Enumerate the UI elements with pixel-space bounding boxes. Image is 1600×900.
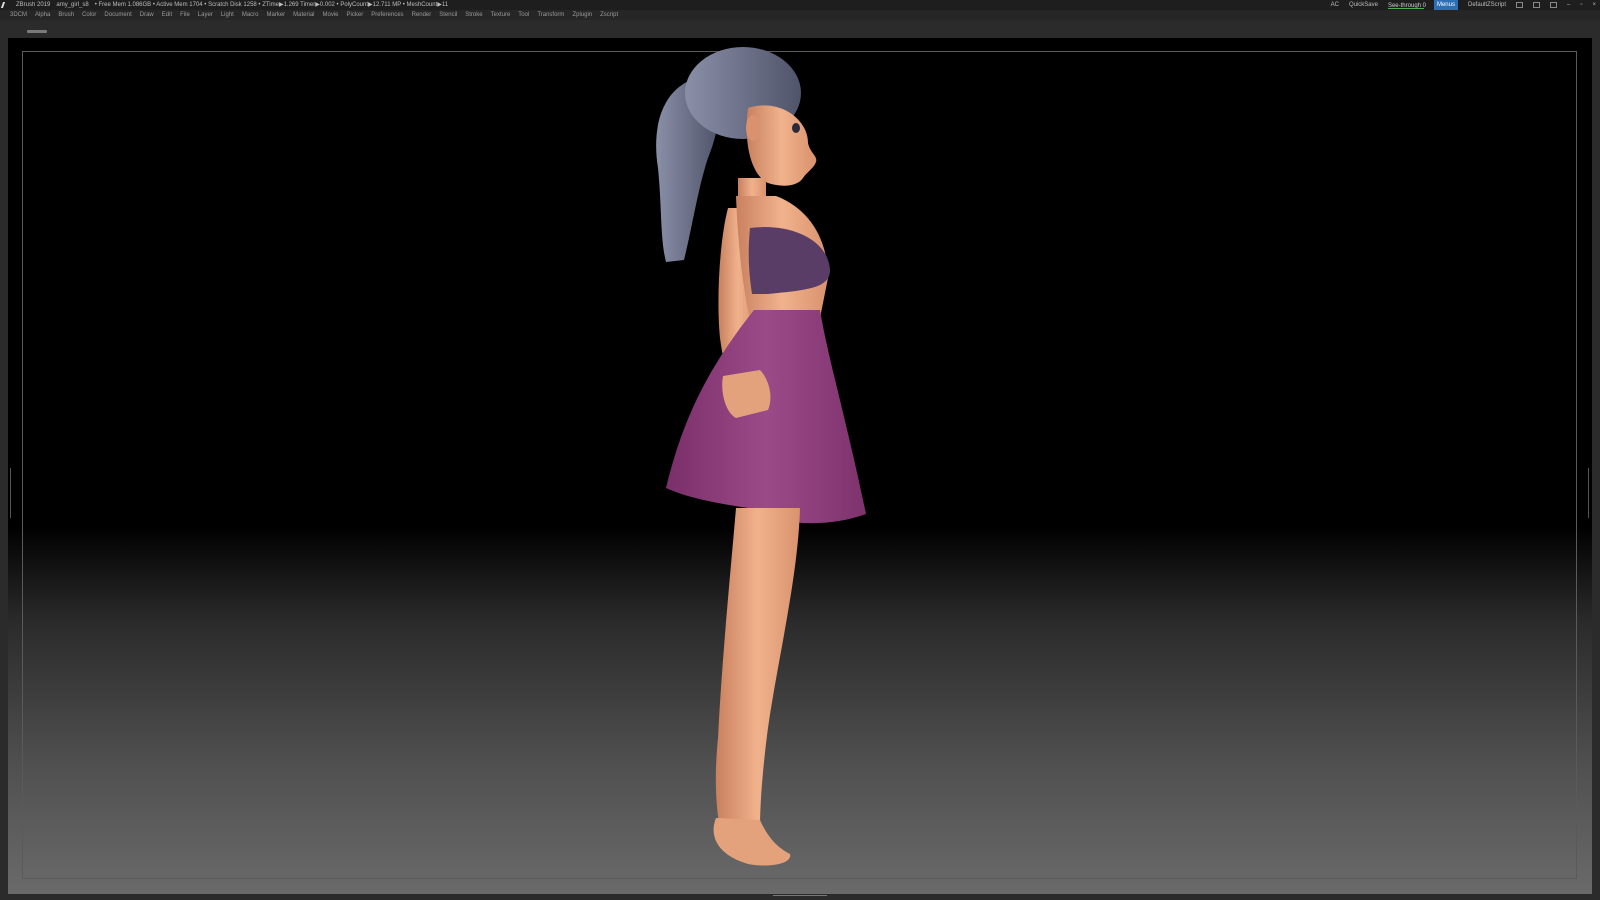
app-title: ZBrush 2019	[16, 2, 51, 8]
menu-item-layer[interactable]: Layer	[194, 10, 217, 20]
face	[746, 105, 817, 186]
leg	[715, 508, 800, 828]
menu-item-stroke[interactable]: Stroke	[461, 10, 486, 20]
menu-item-texture[interactable]: Texture	[487, 10, 515, 20]
quicksave-button[interactable]: QuickSave	[1349, 0, 1378, 10]
maximize-icon[interactable]: ▫	[1580, 0, 1582, 10]
tab-handle[interactable]	[27, 30, 47, 33]
menu-item-zscript[interactable]: Zscript	[596, 10, 622, 20]
see-through-slider[interactable]: See-through 0	[1387, 1, 1426, 9]
menu-item-render[interactable]: Render	[408, 10, 436, 20]
menu-item-stencil[interactable]: Stencil	[435, 10, 461, 20]
menu-item-material[interactable]: Material	[289, 10, 318, 20]
title-bar: ZBrush 2019 amy_girl_s8 • Free Mem 1.086…	[0, 0, 1600, 10]
layout-icon[interactable]	[1516, 2, 1523, 8]
menu-item-light[interactable]: Light	[217, 10, 238, 20]
right-dock-handle[interactable]	[1586, 468, 1592, 518]
eye	[792, 123, 800, 133]
lock-icon[interactable]	[1550, 2, 1557, 8]
default-script-button[interactable]: DefaultZScript	[1468, 0, 1506, 10]
menu-item-brush[interactable]: Brush	[54, 10, 78, 20]
ear	[746, 115, 760, 141]
file-name: amy_girl_s8	[56, 2, 89, 8]
zbrush-logo-icon	[0, 2, 12, 8]
3d-model-figure[interactable]	[8, 38, 1592, 894]
menu-item-tool[interactable]: Tool	[514, 10, 533, 20]
menu-item-preferences[interactable]: Preferences	[367, 10, 407, 20]
skirt	[666, 310, 866, 524]
minimize-icon[interactable]: –	[1567, 0, 1570, 10]
close-icon[interactable]: ×	[1592, 0, 1596, 10]
document-viewport[interactable]	[8, 38, 1592, 894]
hand	[722, 370, 771, 418]
menu-item-transform[interactable]: Transform	[533, 10, 568, 20]
menu-item-edit[interactable]: Edit	[158, 10, 176, 20]
menu-item-alpha[interactable]: Alpha	[31, 10, 54, 20]
menu-item-movie[interactable]: Movie	[319, 10, 343, 20]
menu-item-picker[interactable]: Picker	[343, 10, 368, 20]
ac-toggle[interactable]: AC	[1331, 0, 1339, 10]
menu-item-file[interactable]: File	[176, 10, 194, 20]
menu-item-3dcm[interactable]: 3DCM	[6, 10, 31, 20]
menus-button[interactable]: Menus	[1433, 0, 1458, 10]
foot	[713, 818, 791, 866]
memory-stats: • Free Mem 1.086GB • Active Mem 1704 • S…	[94, 2, 449, 8]
settings-icon[interactable]	[1533, 2, 1540, 8]
bottom-tray	[0, 894, 1600, 900]
menu-item-zplugin[interactable]: Zplugin	[568, 10, 596, 20]
menu-item-document[interactable]: Document	[100, 10, 135, 20]
menu-item-macro[interactable]: Macro	[238, 10, 263, 20]
top-shelf	[0, 20, 1600, 38]
bottom-tray-handle[interactable]	[773, 895, 827, 899]
menu-bar: 3DCM Alpha Brush Color Document Draw Edit File L…	[0, 10, 1600, 20]
menu-item-draw[interactable]: Draw	[136, 10, 158, 20]
menu-item-marker[interactable]: Marker	[263, 10, 290, 20]
left-dock-handle[interactable]	[8, 468, 14, 518]
menu-item-color[interactable]: Color	[78, 10, 100, 20]
